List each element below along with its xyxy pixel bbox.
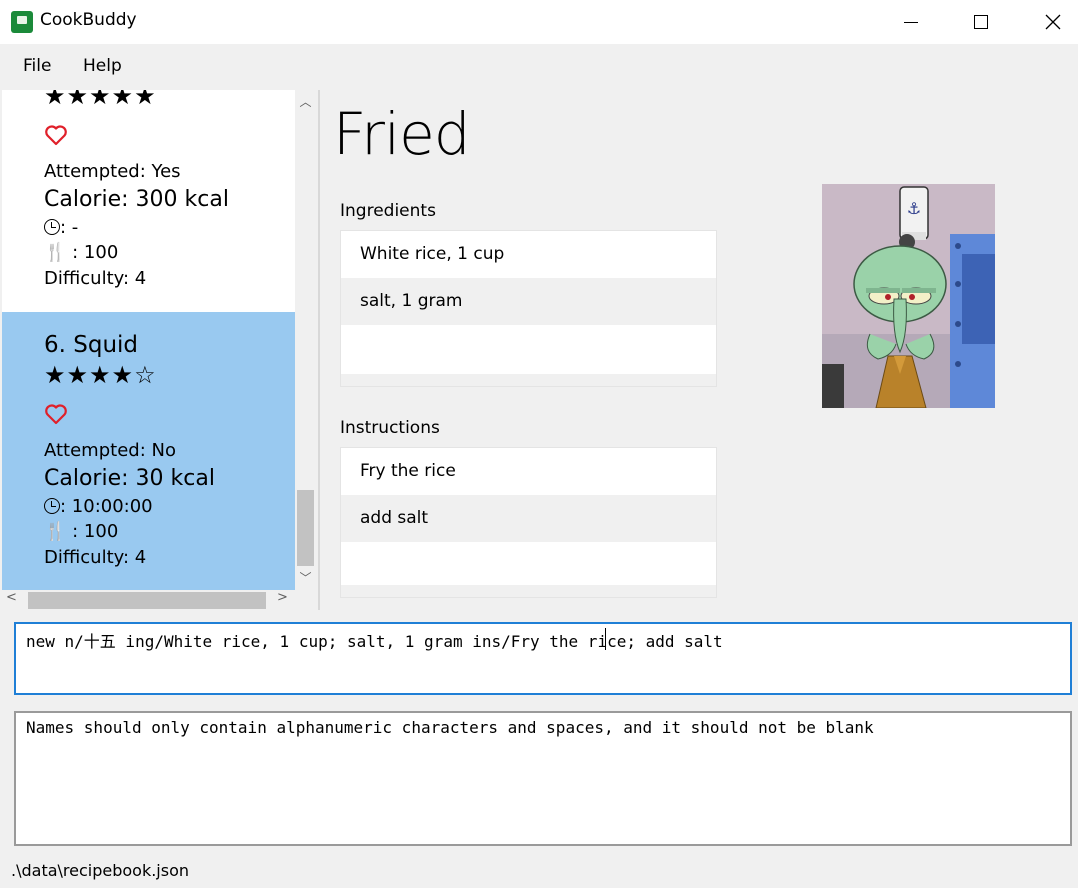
- instructions-list[interactable]: Fry the rice add salt: [340, 447, 717, 598]
- minimize-icon: [904, 21, 918, 23]
- time-row: : 10:00:00: [44, 496, 153, 517]
- serving-text: : 100: [66, 521, 119, 542]
- close-icon: [1045, 14, 1061, 30]
- list-item[interactable]: salt, 1 gram: [341, 278, 716, 325]
- attempted-text: Attempted: Yes: [44, 161, 181, 182]
- close-button[interactable]: [1030, 0, 1076, 44]
- clock-icon: [44, 219, 60, 235]
- status-bar-path: .\data\recipebook.json: [11, 861, 190, 880]
- recipe-title: Fried: [333, 100, 471, 168]
- panel-divider[interactable]: [318, 90, 320, 610]
- app-icon: [11, 11, 33, 33]
- list-item[interactable]: White rice, 1 cup: [341, 231, 716, 278]
- time-text: : -: [60, 217, 79, 238]
- maximize-icon: [974, 15, 988, 29]
- result-message: Names should only contain alphanumeric c…: [26, 718, 874, 737]
- calorie-text: Calorie: 300 kcal: [44, 187, 229, 212]
- serving-text: : 100: [66, 242, 119, 263]
- difficulty-text: Difficulty: 4: [44, 268, 147, 289]
- utensils-icon: 🍴: [44, 242, 67, 263]
- instructions-label: Instructions: [340, 418, 440, 438]
- command-input-text[interactable]: new n/十五 ing/White rice, 1 cup; salt, 1 …: [26, 628, 723, 652]
- menu-help[interactable]: Help: [83, 56, 122, 76]
- scroll-up-arrow-icon[interactable]: ︿: [297, 93, 314, 113]
- heart-icon: [45, 125, 67, 146]
- time-text: : 10:00:00: [60, 496, 153, 517]
- recipe-name: 6. Squid: [44, 332, 139, 358]
- window-title: CookBuddy: [40, 10, 137, 30]
- scroll-right-arrow-icon[interactable]: >: [277, 590, 288, 605]
- serving-row: 🍴 : 100: [44, 242, 118, 263]
- ingredients-list[interactable]: White rice, 1 cup salt, 1 gram: [340, 230, 717, 387]
- recipe-card-selected[interactable]: 6. Squid ★★★★☆ Attempted: No Calorie: 30…: [2, 312, 295, 590]
- minimize-button[interactable]: [888, 0, 934, 44]
- maximize-button[interactable]: [958, 0, 1004, 44]
- list-scrollbar: [341, 374, 716, 386]
- horizontal-scroll-thumb[interactable]: [28, 592, 266, 609]
- recipe-list[interactable]: ★★★★★ Attempted: Yes Calorie: 300 kcal :…: [2, 90, 295, 590]
- list-scrollbar: [341, 585, 716, 597]
- recipe-image: ⚓: [822, 184, 995, 408]
- utensils-icon: 🍴: [44, 521, 67, 542]
- difficulty-text: Difficulty: 4: [44, 547, 147, 568]
- rating-stars: ★★★★☆: [44, 361, 157, 389]
- ingredients-label: Ingredients: [340, 201, 436, 221]
- list-item[interactable]: Fry the rice: [341, 448, 716, 495]
- scroll-down-arrow-icon[interactable]: ﹀: [297, 569, 314, 589]
- scroll-left-arrow-icon[interactable]: <: [6, 590, 17, 605]
- serving-row: 🍴 : 100: [44, 521, 118, 542]
- text-caret: [605, 628, 606, 650]
- rating-stars: ★★★★★: [44, 90, 157, 110]
- heart-icon: [45, 404, 67, 425]
- menu-bar: [0, 44, 1078, 90]
- list-item[interactable]: add salt: [341, 495, 716, 542]
- svg-text:⚓: ⚓: [907, 199, 921, 218]
- menu-file[interactable]: File: [23, 56, 51, 76]
- attempted-text: Attempted: No: [44, 440, 176, 461]
- time-row: : -: [44, 217, 78, 238]
- calorie-text: Calorie: 30 kcal: [44, 466, 215, 491]
- clock-icon: [44, 498, 60, 514]
- recipe-card[interactable]: ★★★★★ Attempted: Yes Calorie: 300 kcal :…: [2, 90, 295, 312]
- vertical-scroll-thumb[interactable]: [297, 490, 314, 566]
